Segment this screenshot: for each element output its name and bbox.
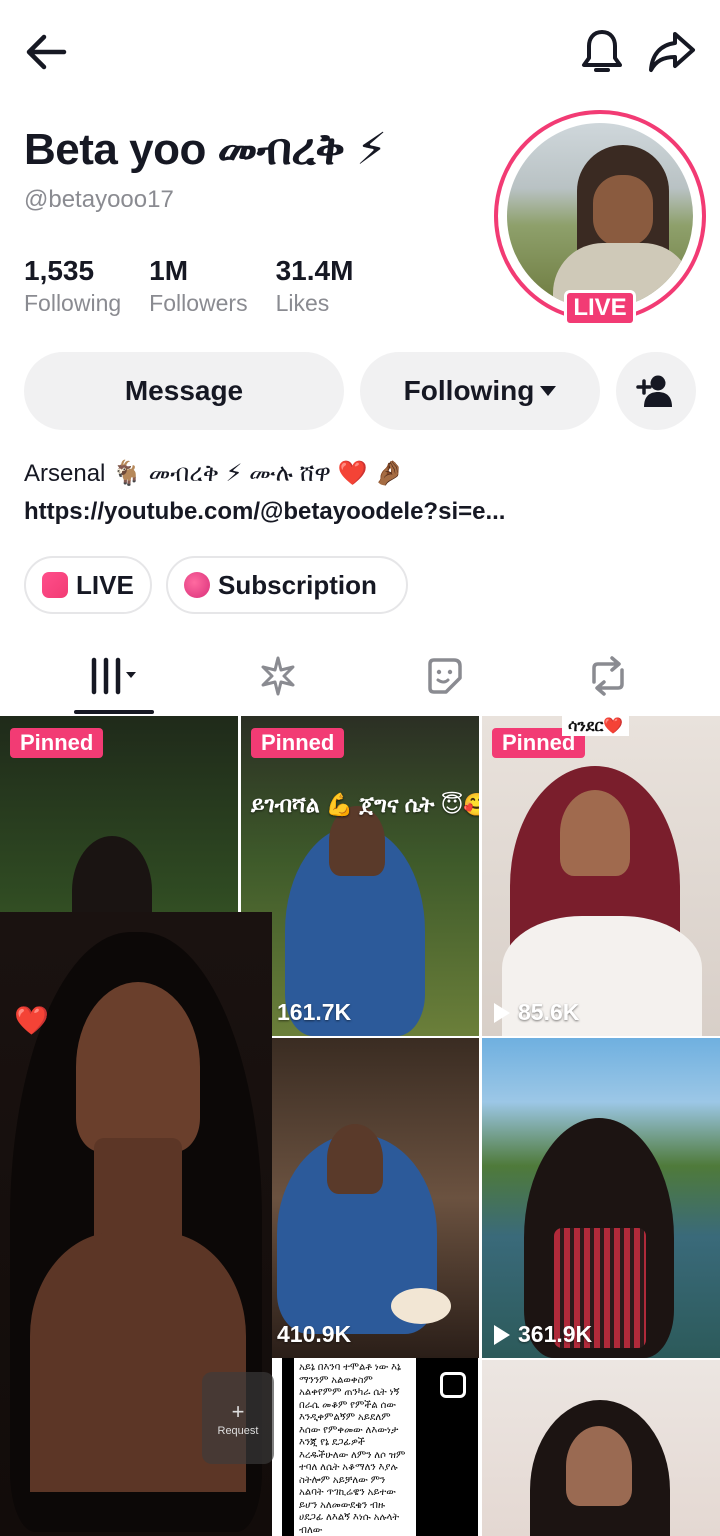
request-label: Request	[217, 1425, 259, 1437]
text-card: አይኔ በእንባ ተሞልቶ ነው እኔ ማንንም አልወቀስም አልቀየምም ጠ…	[294, 1358, 416, 1536]
stat-likes[interactable]: 31.4M Likes	[276, 254, 354, 318]
play-icon	[494, 1002, 510, 1023]
live-badge[interactable]: LIVE	[564, 290, 636, 326]
live-chip[interactable]: LIVE	[24, 556, 152, 614]
heart-icon: ❤️	[14, 1005, 49, 1036]
thumbnail-bowl	[391, 1288, 451, 1324]
add-person-icon	[636, 375, 672, 407]
video-thumbnail[interactable]	[482, 1360, 720, 1536]
tab-stickers[interactable]	[414, 650, 474, 702]
plus-icon: +	[231, 1399, 245, 1424]
subscription-chip[interactable]: Subscription	[166, 556, 408, 614]
avatar-face	[593, 175, 653, 247]
sparkle-icon	[261, 656, 295, 696]
profile-link[interactable]: https://youtube.com/@betayoodele?si=e...	[24, 496, 505, 528]
view-count: 85.6K	[494, 999, 579, 1026]
sticker-face-icon	[428, 658, 462, 694]
video-thumbnail[interactable]: Pinned ሳንደር❤️ 85.6K	[482, 716, 720, 1036]
stat-value: 1M	[149, 255, 189, 286]
profile-handle: @betayooo17	[24, 186, 174, 213]
back-arrow-icon	[26, 34, 67, 70]
tab-repost[interactable]	[578, 650, 638, 702]
stat-label: Likes	[275, 290, 330, 316]
back-button[interactable]	[18, 28, 74, 76]
message-button[interactable]: Message	[24, 352, 344, 430]
share-arrow-icon	[649, 32, 695, 72]
tab-sparkle[interactable]	[248, 650, 308, 702]
pinned-badge: Pinned	[251, 728, 345, 758]
view-count-label: 361.9K	[518, 1321, 593, 1347]
stat-value: 1,535	[24, 255, 95, 286]
subscription-planet-icon	[184, 572, 210, 598]
share-button[interactable]	[644, 26, 700, 78]
profile-name: Beta yoo መብረቅ ⚡	[24, 125, 387, 174]
stat-followers[interactable]: 1M Followers	[149, 254, 247, 318]
repost-icon	[592, 656, 624, 696]
profile-bio: Arsenal 🐐 መብረቅ ⚡ ሙሉ ሸዋ ❤️ 🤌🏾	[24, 460, 405, 487]
grid-bars-icon	[91, 657, 136, 695]
stat-label: Followers	[149, 290, 248, 316]
active-tab-indicator	[74, 710, 154, 714]
video-caption: ይገብሻል 💪 ጀግና ሴት 😇🥰	[251, 792, 479, 817]
suggested-accounts-button[interactable]	[616, 352, 696, 430]
following-dropdown-button[interactable]: Following	[360, 352, 600, 430]
view-count: 361.9K	[494, 1321, 592, 1348]
overlay-face	[76, 982, 200, 1152]
thumbnail-face	[566, 1426, 632, 1506]
pinned-badge: Pinned	[10, 728, 104, 758]
notification-button[interactable]	[576, 24, 628, 80]
video-thumbnail[interactable]: Pinned ይገብሻል 💪 ጀግና ሴት 😇🥰 161.7K	[241, 716, 479, 1036]
video-thumbnail[interactable]: 410.9K	[241, 1038, 479, 1358]
view-count-label: 161.7K	[277, 999, 352, 1025]
tab-videos[interactable]	[78, 650, 154, 702]
live-chart-icon	[42, 572, 68, 598]
view-count-label: 85.6K	[518, 999, 580, 1025]
thumbnail-face	[327, 1124, 383, 1194]
play-icon	[494, 1324, 510, 1345]
thumbnail-face	[560, 790, 630, 876]
video-thumbnail-text[interactable]: አይኔ በእንባ ተሞልቶ ነው እኔ ማንንም አልወቀስም አልቀየምም ጠ…	[282, 1358, 478, 1536]
subscription-chip-label: Subscription	[218, 569, 377, 600]
photo-carousel-icon	[440, 1372, 466, 1398]
view-count-label: 410.9K	[277, 1321, 352, 1347]
profile-stats: 1,535 Following 1M Followers 31.4M Likes	[24, 254, 381, 318]
message-button-label: Message	[124, 375, 244, 406]
profile-tabs	[0, 640, 720, 716]
video-caption: ሳንደር❤️	[562, 716, 630, 736]
top-bar	[0, 0, 720, 100]
avatar	[507, 123, 693, 309]
live-chip-label: LIVE	[76, 569, 134, 600]
following-button-label: Following	[403, 375, 535, 406]
video-thumbnail[interactable]: 361.9K	[482, 1038, 720, 1358]
caret-down-icon	[540, 386, 557, 396]
request-button[interactable]: + Request	[202, 1372, 274, 1464]
bell-icon	[582, 30, 622, 72]
stat-following[interactable]: 1,535 Following	[24, 254, 121, 318]
stat-label: Following	[24, 290, 122, 316]
stat-value: 31.4M	[275, 255, 354, 286]
